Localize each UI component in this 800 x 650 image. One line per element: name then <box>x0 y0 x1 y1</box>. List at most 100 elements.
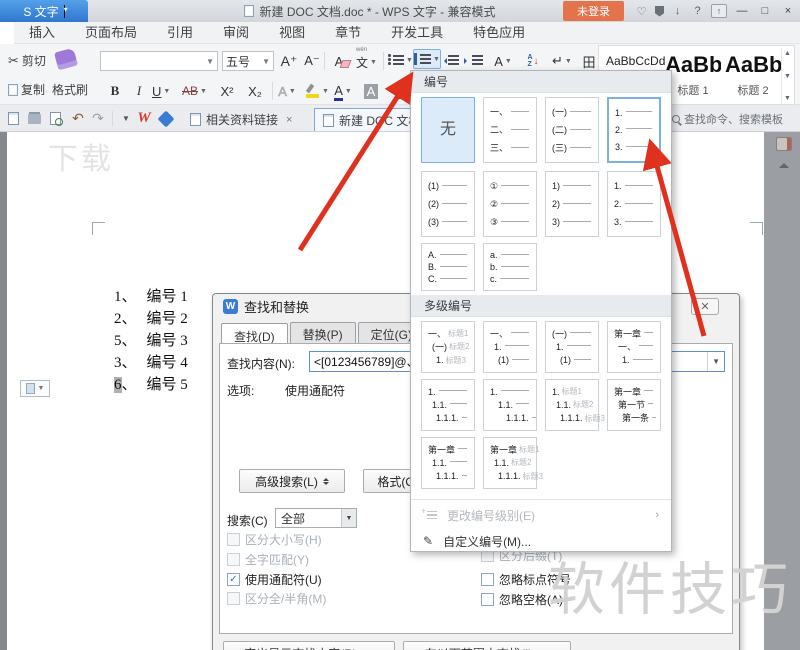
checkbox-全字匹配(Y)[interactable]: 全字匹配(Y) <box>227 551 309 568</box>
ribbon-tab-开发工具[interactable]: 开发工具 <box>376 22 458 44</box>
update-icon[interactable]: ↓ <box>671 5 684 17</box>
multilevel-tile[interactable]: (一)1.(1) <box>545 321 599 373</box>
italic-button[interactable]: I <box>130 81 148 101</box>
ribbon-tab-审阅[interactable]: 审阅 <box>208 22 264 44</box>
command-search-input[interactable]: 查找命令、搜索模板 <box>664 109 792 128</box>
phonetic-guide-button[interactable]: 文▼ <box>356 52 377 72</box>
login-button[interactable]: 未登录 <box>563 1 624 21</box>
shield-icon[interactable] <box>655 6 664 17</box>
ribbon-tab-页面布局[interactable]: 页面布局 <box>70 22 152 44</box>
checkbox-区分大小写(H)[interactable]: 区分大小写(H) <box>227 531 322 548</box>
char-scale-button[interactable]: A▼ <box>494 51 512 71</box>
text-effects-button[interactable]: A▼ <box>278 81 296 101</box>
numbering-tile[interactable]: 1.2.3. <box>607 97 661 163</box>
numbering-tile[interactable]: ①②③ <box>483 171 537 237</box>
gallery-more-icon[interactable]: ▼ <box>784 95 791 102</box>
ribbon-tab-特色应用[interactable]: 特色应用 <box>458 22 540 44</box>
font-name-combo[interactable]: ▼ <box>100 51 218 71</box>
scroll-up-arrow-icon[interactable] <box>779 158 789 168</box>
multilevel-tile[interactable]: 1.标题11.1.标题21.1.1.标题3 <box>545 379 599 431</box>
font-size-combo[interactable]: 五号▼ <box>222 51 274 71</box>
subscript-button[interactable]: X₂ <box>246 81 264 101</box>
increase-font-button[interactable]: A⁺ <box>280 51 298 71</box>
doc-roaming-icon[interactable] <box>776 137 792 151</box>
format-painter-button[interactable]: 格式刷 <box>52 81 88 98</box>
style-item-1[interactable]: AaBbC标题 1 <box>665 48 721 104</box>
increase-indent-button[interactable] <box>468 50 486 70</box>
cut-button[interactable]: ✂剪切 <box>8 52 46 69</box>
decrease-font-button[interactable]: A⁻ <box>303 51 321 71</box>
list-item[interactable]: 5、编号 3 <box>114 330 188 352</box>
style-body-preview[interactable]: AaBbCcDd <box>606 54 665 68</box>
list-item[interactable]: 2、编号 2 <box>114 308 188 330</box>
undo-icon[interactable]: ↶ <box>70 111 86 126</box>
minimize-button[interactable]: — <box>734 5 750 17</box>
dialog-close-button[interactable]: ✕ <box>691 298 719 315</box>
copy-button[interactable]: 复制 <box>8 81 45 98</box>
bottom-button-2[interactable]: 在以下范围内查找(I)▼ <box>403 641 571 650</box>
sort-button[interactable]: AZ↓ <box>524 51 542 71</box>
close-tab-icon[interactable]: × <box>286 114 292 126</box>
redo-icon[interactable]: ↷ <box>90 111 106 126</box>
ribbon-tab-章节[interactable]: 章节 <box>320 22 376 44</box>
numbering-tile[interactable]: (一)(二)(三) <box>545 97 599 163</box>
numbering-tile[interactable]: 一、二、三、 <box>483 97 537 163</box>
grid-border-button[interactable]: 田 <box>580 51 598 71</box>
scroll-down-icon[interactable]: ▼ <box>784 73 791 80</box>
align-left-button[interactable] <box>392 84 410 104</box>
doc-tab-1[interactable]: 相关资料链接× <box>182 108 300 131</box>
wps-w-icon[interactable]: W <box>136 111 152 126</box>
multilevel-tile[interactable]: 第一章一、1. <box>607 321 661 373</box>
char-shading-button[interactable]: A <box>362 81 380 101</box>
numbered-list-button[interactable]: ▼ <box>413 49 441 69</box>
bullet-list-button[interactable]: ▼ <box>388 50 413 70</box>
bold-button[interactable]: B <box>106 81 124 101</box>
strikethrough-button[interactable]: AB▼ <box>182 81 207 101</box>
multilevel-tile[interactable]: 第一章第一节第一条 <box>607 379 661 431</box>
print-icon[interactable] <box>26 111 42 126</box>
help-icon[interactable]: ? <box>691 5 704 17</box>
numbering-tile[interactable]: 1)2)3) <box>545 171 599 237</box>
underline-button[interactable]: U▼ <box>152 81 170 101</box>
docer-cube-icon[interactable] <box>158 111 174 126</box>
customize-toolbar-icon[interactable]: ▼ <box>118 111 134 126</box>
style-item-2[interactable]: AaBbC标题 2 <box>725 48 781 104</box>
checkbox-使用通配符(U)[interactable]: ✓使用通配符(U) <box>227 571 322 588</box>
multilevel-tile[interactable]: 一、标题1(一)标题21.标题3 <box>421 321 475 373</box>
styles-gallery-scroll[interactable]: ▲ ▼ ▼ <box>781 48 793 104</box>
paragraph-tools-button[interactable]: ↵▼ <box>552 51 572 71</box>
paste-options-button[interactable]: ▼ <box>20 380 50 397</box>
ribbon-tab-视图[interactable]: 视图 <box>264 22 320 44</box>
multilevel-tile[interactable]: 一、1.(1) <box>483 321 537 373</box>
numbering-tile[interactable]: A.B.C. <box>421 243 475 291</box>
highlight-color-button[interactable]: ▼ <box>306 81 329 101</box>
tab-home-partial[interactable] <box>0 22 14 44</box>
save-icon[interactable] <box>5 111 21 126</box>
list-item[interactable]: 6、编号 5 <box>114 374 188 396</box>
multilevel-tile[interactable]: 第一章1.1.1.1.1. <box>421 437 475 489</box>
numbering-tile[interactable]: (1)(2)(3) <box>421 171 475 237</box>
print-preview-icon[interactable] <box>47 111 63 126</box>
bottom-button-1[interactable]: 突出显示查找内容(R)▼ <box>223 641 395 650</box>
superscript-button[interactable]: X² <box>218 81 236 101</box>
chevron-down-icon[interactable]: ▼ <box>707 352 720 371</box>
maximize-button[interactable]: □ <box>757 5 773 17</box>
decrease-indent-button[interactable] <box>444 50 462 70</box>
search-scope-combo[interactable]: 全部▼ <box>275 508 357 528</box>
ribbon-tab-引用[interactable]: 引用 <box>152 22 208 44</box>
collapse-ribbon-icon[interactable]: ↑ <box>711 4 727 18</box>
close-button[interactable]: × <box>780 5 796 17</box>
multilevel-tile[interactable]: 1.1.1.1.1.1. <box>483 379 537 431</box>
checkbox-区分全/半角(M)[interactable]: 区分全/半角(M) <box>227 590 326 607</box>
advanced-search-button[interactable]: 高级搜索(L) <box>239 469 345 493</box>
numbering-tile-none[interactable]: 无 <box>421 97 475 163</box>
ribbon-tab-插入[interactable]: 插入 <box>14 22 70 44</box>
feedback-heart-icon[interactable]: ♡ <box>635 5 648 18</box>
clear-format-button[interactable]: A <box>330 51 348 71</box>
multilevel-tile[interactable]: 1.1.1.1.1.1. <box>421 379 475 431</box>
numbering-tile[interactable]: a.b.c. <box>483 243 537 291</box>
font-color-button[interactable]: A▼ <box>334 81 352 101</box>
scroll-up-icon[interactable]: ▲ <box>784 50 791 57</box>
list-item[interactable]: 3、编号 4 <box>114 352 188 374</box>
multilevel-tile[interactable]: 第一章标题11.1.标题21.1.1.标题3 <box>483 437 537 489</box>
